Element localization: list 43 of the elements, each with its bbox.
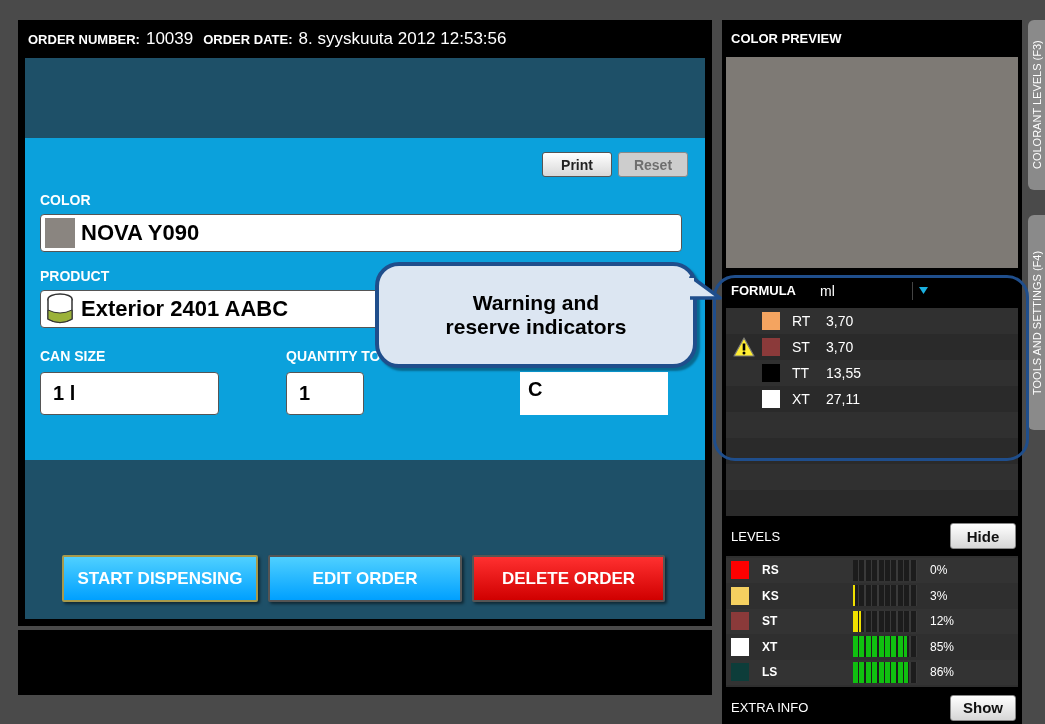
order-date-label: ORDER DATE: — [203, 31, 293, 47]
level-reading: 86% — [929, 665, 956, 680]
order-date: 8. syyskuuta 2012 12:53:56 — [298, 29, 507, 49]
level-reading: 3% — [929, 588, 949, 603]
level-reading: 0% — [929, 563, 949, 578]
action-button[interactable]: Print — [542, 152, 612, 177]
level-reading: 12% — [929, 614, 956, 629]
show-button[interactable]: Show — [950, 694, 1016, 721]
colorant-code: ST — [762, 614, 779, 629]
field-label: COLOR — [40, 192, 91, 208]
hide-button[interactable]: Hide — [950, 523, 1016, 549]
delete-button[interactable]: DELETE ORDER — [472, 555, 665, 602]
colorant-code: RS — [762, 563, 780, 578]
panel-title: COLOR PREVIEW — [731, 30, 842, 46]
colorant-code: ST — [792, 338, 811, 355]
colorant-code: LS — [762, 665, 779, 680]
colorant-code: TT — [792, 364, 811, 381]
panel-title: LEVELS — [731, 528, 781, 544]
colorant-amount: 13,55 — [826, 364, 863, 381]
panel-title: FORMULA — [731, 283, 796, 299]
unit-select[interactable]: ml — [820, 282, 912, 299]
color-swatch — [45, 218, 75, 248]
product-name: Exterior 2401 AABC — [81, 296, 289, 322]
field-label: CAN SIZE — [40, 348, 106, 364]
order-number: 10039 — [145, 29, 194, 49]
input-field[interactable]: C — [520, 372, 668, 415]
colorant-amount: 27,11 — [826, 390, 861, 407]
colorant-code: RT — [792, 312, 812, 329]
order-number-label: ORDER NUMBER: — [28, 31, 140, 47]
panel-title: EXTRA INFO — [731, 700, 809, 715]
input-field[interactable]: 1 l — [40, 372, 219, 415]
field-label: PRODUCT — [40, 268, 110, 284]
dropdown-caret-icon — [919, 287, 928, 295]
color-field[interactable]: NOVA Y090 — [40, 214, 682, 252]
level-reading: 85% — [929, 639, 956, 654]
colorant-amount: 3,70 — [826, 338, 855, 355]
colorant-code: XT — [792, 390, 811, 407]
color-name: NOVA Y090 — [81, 220, 200, 246]
colorant-amount: 3,70 — [826, 312, 855, 329]
input-field[interactable]: 1 — [286, 372, 364, 415]
colorant-code: XT — [762, 639, 779, 654]
colorant-code: KS — [762, 588, 780, 603]
paint-can-icon — [45, 292, 75, 326]
